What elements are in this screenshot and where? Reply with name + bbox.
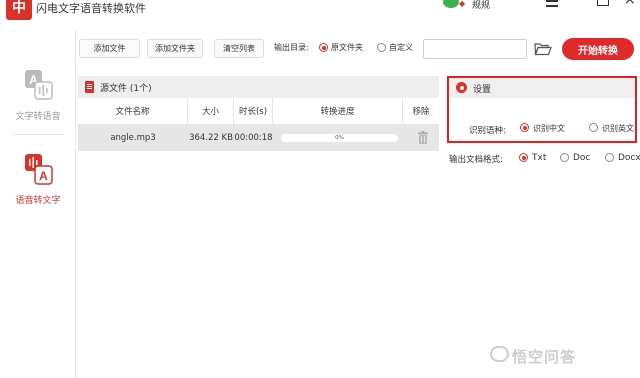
output-dir-label: 输出目录: [274, 43, 309, 52]
user-name[interactable]: 规规 [472, 0, 490, 11]
lang-english-radio[interactable] [589, 123, 598, 132]
format-docx-label: Docx [618, 153, 640, 163]
sidebar-item-speech-to-text[interactable]: A 语音转文字 [0, 152, 76, 206]
vip-diamond-icon: ◆ [459, 0, 466, 8]
file-list-header: 源文件 (1个) [78, 76, 439, 98]
trash-icon[interactable] [418, 131, 428, 144]
add-file-button[interactable]: 添加文件 [79, 39, 140, 58]
watermark-text: 悟空问答 [512, 348, 577, 366]
file-size-cell: 364.22 KB [189, 132, 233, 143]
text-to-speech-icon: A [21, 68, 55, 102]
start-convert-button[interactable]: 开始转换 [562, 38, 634, 60]
format-txt-radio[interactable] [519, 153, 528, 162]
column-header-size[interactable]: 大小 [188, 98, 234, 124]
sidebar: A 文字转语音 A 语音转文字 [0, 30, 76, 378]
file-list-title: 源文件 (1个) [100, 84, 152, 94]
lang-chinese-radio[interactable] [520, 123, 529, 132]
output-path-input[interactable] [423, 39, 527, 59]
title-bar: 中 闪电文字语音转换软件 ◆ 规规 × [0, 0, 640, 30]
folder-open-icon[interactable] [534, 42, 552, 56]
lang-chinese-label: 识别中文 [533, 124, 565, 133]
menu-icon[interactable] [546, 0, 560, 8]
maximize-icon[interactable] [597, 0, 609, 6]
progress-text: 0% [335, 135, 344, 141]
column-header-name[interactable]: 文件名称 [78, 98, 188, 124]
sidebar-item-label: 语音转文字 [15, 196, 61, 206]
settings-title: 设置 [473, 85, 492, 95]
speech-to-text-icon: A [21, 152, 55, 186]
user-avatar[interactable] [443, 0, 459, 8]
app-title: 闪电文字语音转换软件 [36, 2, 146, 15]
close-icon[interactable]: × [624, 0, 636, 7]
file-list-panel: 源文件 (1个) 文件名称 大小 时长(s) 转换进度 移除 angle.mp3… [78, 76, 439, 378]
lang-english-label: 识别英文 [602, 124, 634, 133]
output-format-label: 输出文档格式: [449, 155, 503, 165]
format-doc-label: Doc [573, 153, 591, 163]
sidebar-divider [12, 134, 64, 135]
output-original-label: 原文件夹 [331, 43, 363, 52]
sidebar-item-label: 文字转语音 [15, 112, 61, 122]
clear-list-button[interactable]: 清空列表 [214, 39, 264, 58]
gear-icon [456, 82, 467, 93]
settings-panel: 设置 识别语种: 识别中文 识别英文 [447, 76, 637, 143]
settings-header: 设置 [449, 78, 635, 98]
column-header-remove[interactable]: 移除 [403, 98, 439, 124]
output-custom-radio[interactable] [377, 43, 386, 52]
document-icon [85, 81, 94, 93]
table-row[interactable]: angle.mp3 364.22 KB 00:00:18 0% [78, 124, 439, 151]
progress-bar: 0% [281, 134, 398, 142]
recognition-language-label: 识别语种: [469, 126, 506, 136]
svg-text:A: A [39, 169, 48, 183]
format-txt-label: Txt [532, 153, 547, 163]
output-custom-label: 自定义 [389, 43, 413, 52]
file-name-cell: angle.mp3 [110, 132, 156, 143]
column-header-progress[interactable]: 转换进度 [273, 98, 403, 124]
watermark-icon [490, 346, 509, 362]
output-original-radio[interactable] [319, 43, 328, 52]
format-docx-radio[interactable] [605, 153, 614, 162]
file-duration-cell: 00:00:18 [234, 132, 273, 143]
app-logo: 中 [6, 0, 32, 20]
column-header-duration[interactable]: 时长(s) [234, 98, 273, 124]
sidebar-item-text-to-speech[interactable]: A 文字转语音 [0, 68, 76, 122]
add-folder-button[interactable]: 添加文件夹 [147, 39, 203, 58]
format-doc-radio[interactable] [560, 153, 569, 162]
